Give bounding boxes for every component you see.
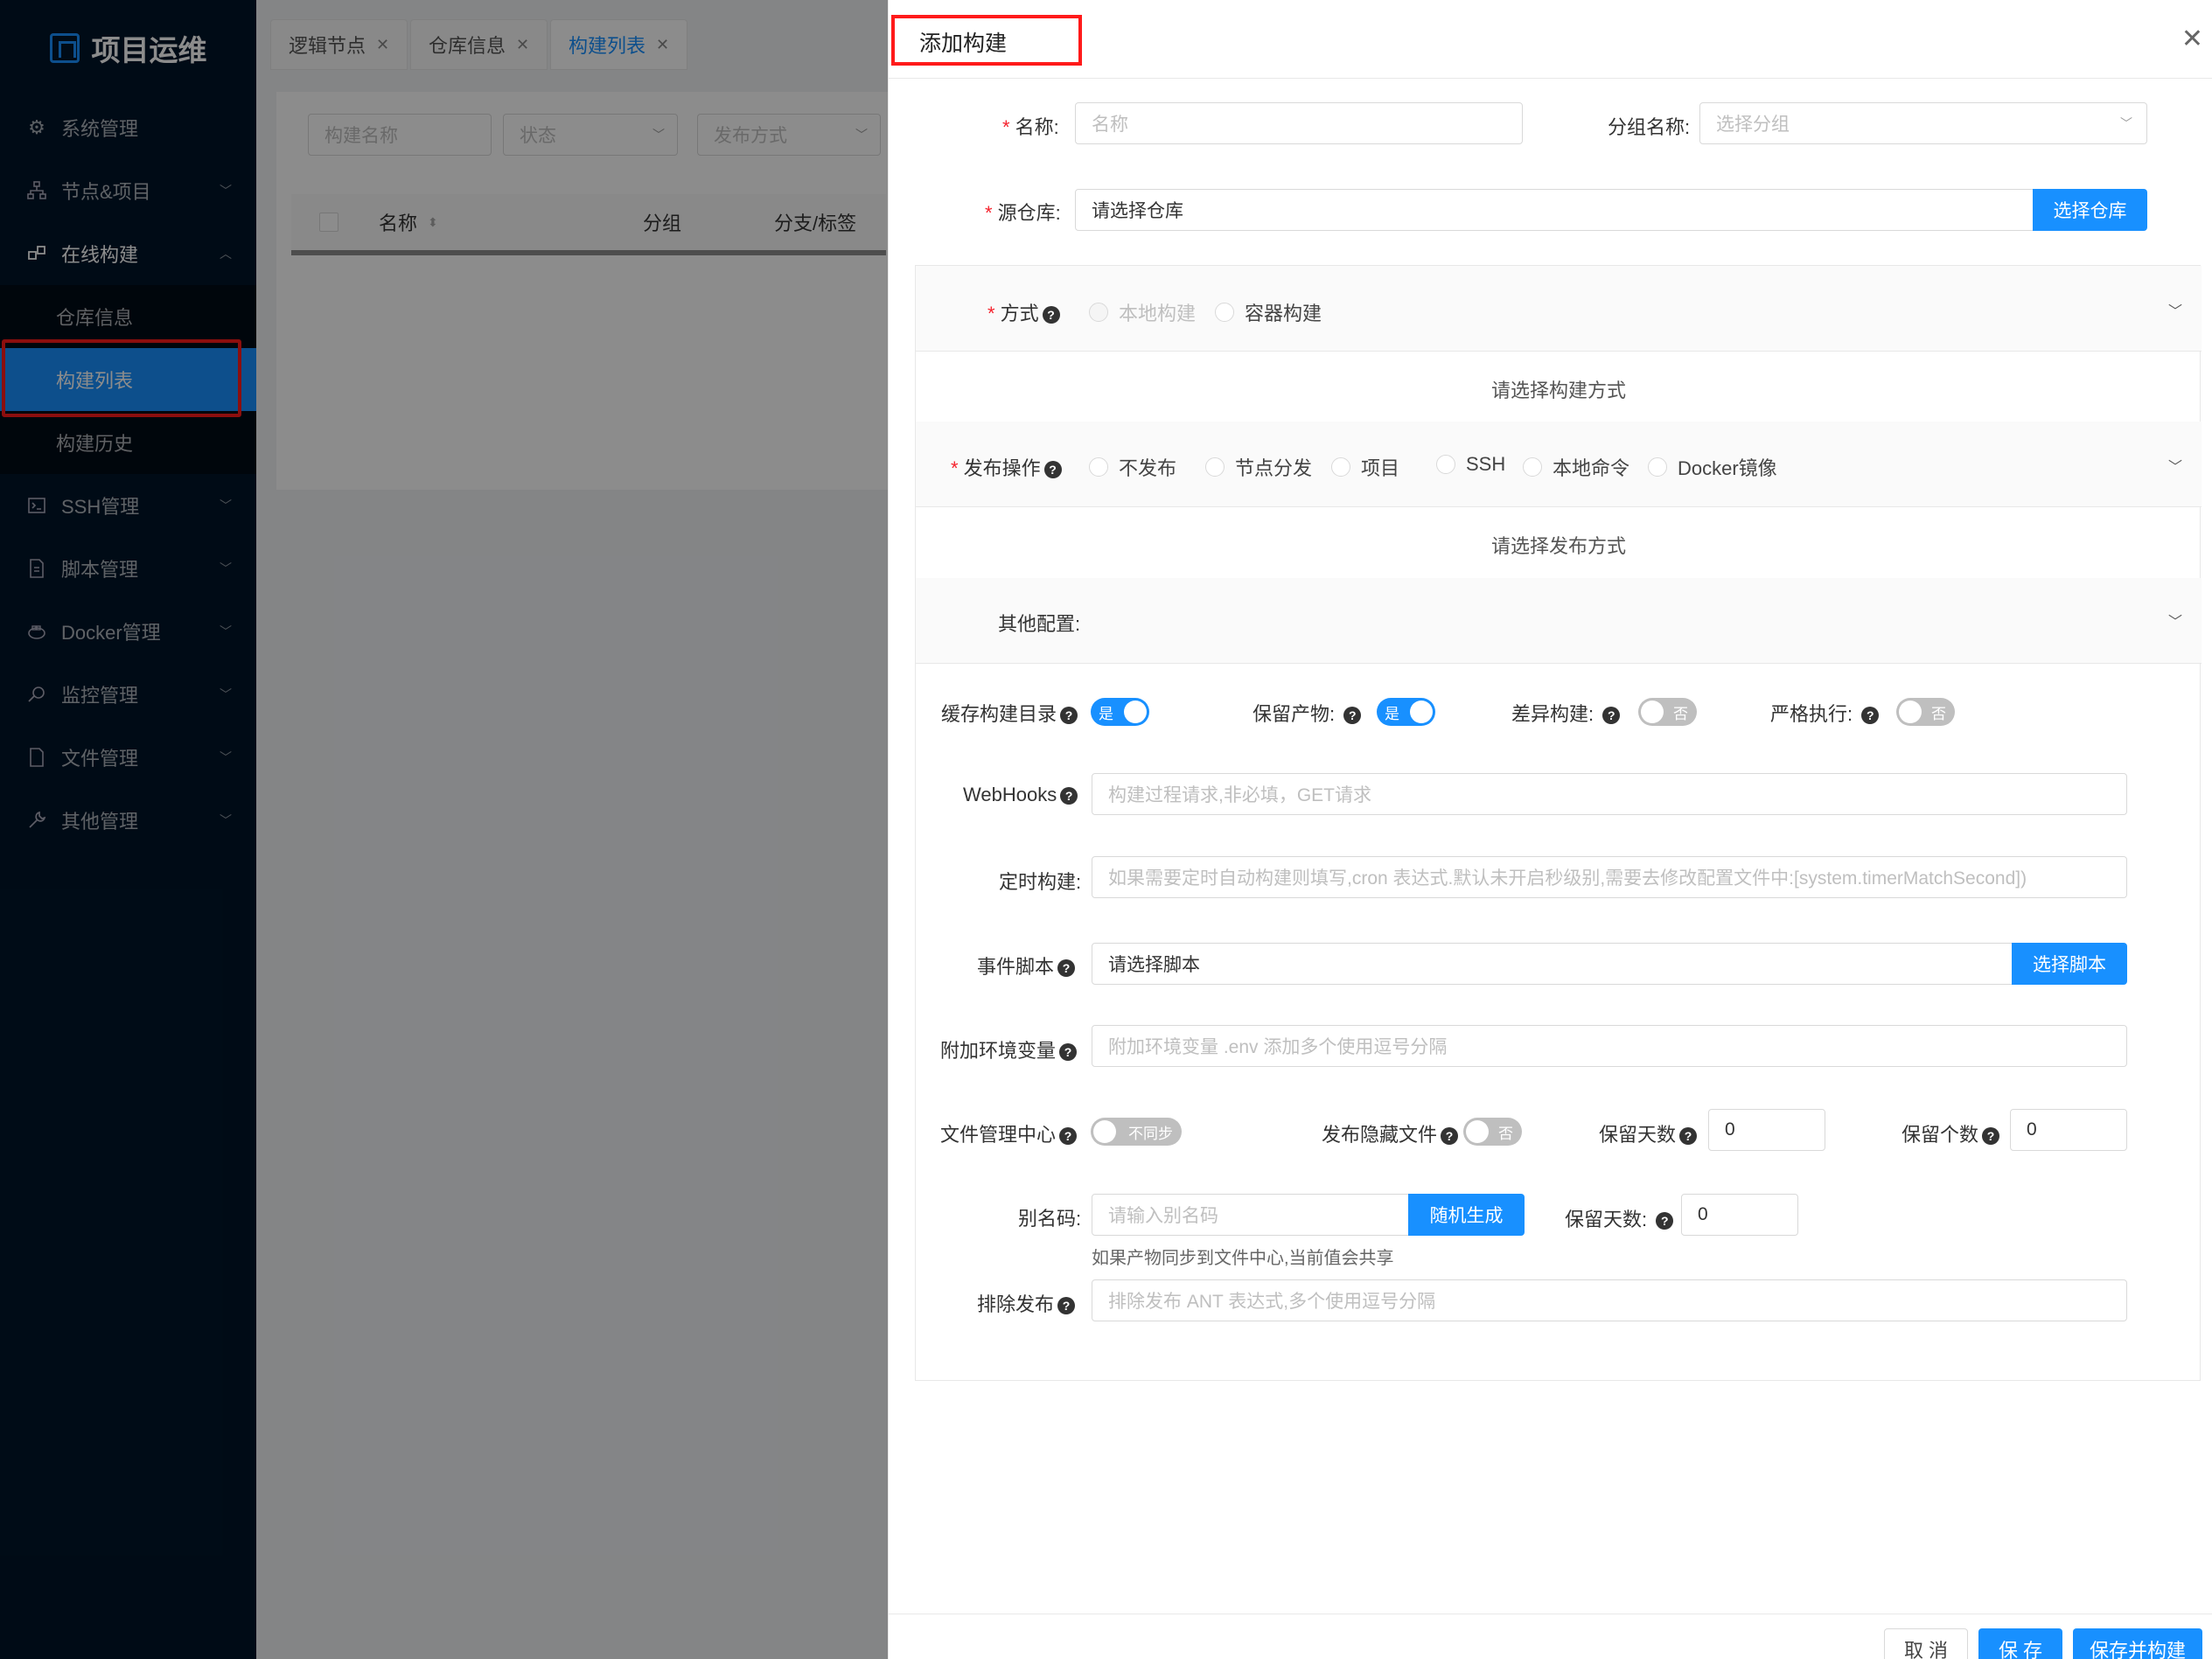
webhooks-label: WebHooks? (963, 784, 1078, 806)
alias-keep-days-input[interactable]: 0 (1681, 1194, 1798, 1236)
other-config-label: 其他配置: (998, 613, 1081, 635)
group-label: 分组名称: (1608, 116, 1691, 138)
help-icon[interactable]: ? (1042, 306, 1060, 324)
keep-product-switch[interactable]: 是 (1377, 698, 1435, 726)
help-icon[interactable]: ? (1343, 707, 1362, 725)
env-vars-label: 附加环境变量? (940, 1035, 1078, 1063)
help-icon[interactable]: ? (1059, 1043, 1078, 1062)
cron-label: 定时构建: (999, 871, 1082, 893)
event-script-label: 事件脚本? (977, 951, 1076, 979)
radio-project[interactable]: 项目 (1331, 453, 1399, 481)
help-icon[interactable]: ? (1060, 787, 1078, 805)
chevron-down-icon: ﹀ (2167, 460, 2182, 475)
alias-input[interactable]: 请输入别名码 (1092, 1194, 1426, 1236)
highlight-box (891, 15, 1082, 66)
help-icon[interactable]: ? (1057, 1297, 1076, 1315)
radio-docker-image[interactable]: Docker镜像 (1648, 453, 1777, 481)
select-script-button[interactable]: 选择脚本 (2012, 943, 2127, 985)
radio-node-dispatch[interactable]: 节点分发 (1205, 453, 1312, 481)
close-icon[interactable]: ✕ (2181, 26, 2203, 52)
env-vars-input[interactable]: 附加环境变量 .env 添加多个使用逗号分隔 (1092, 1025, 2127, 1067)
diff-build-switch[interactable]: 否 (1638, 698, 1697, 726)
webhooks-input[interactable]: 构建过程请求,非必填，GET请求 (1092, 773, 2127, 815)
help-icon[interactable]: ? (1861, 707, 1880, 725)
chevron-down-icon: ﹀ (2120, 116, 2132, 130)
help-icon[interactable]: ? (1059, 1127, 1078, 1146)
other-config-header[interactable]: 其他配置: ﹀ (916, 578, 2202, 664)
file-center-label: 文件管理中心? (940, 1119, 1078, 1147)
exclude-release-label: 排除发布? (977, 1289, 1076, 1317)
help-icon[interactable]: ? (1441, 1127, 1459, 1146)
exclude-release-input[interactable]: 排除发布 ANT 表达式,多个使用逗号分隔 (1092, 1279, 2127, 1321)
keep-days-label: 保留天数? (1599, 1119, 1698, 1147)
name-label: * 名称: (1002, 116, 1059, 138)
repo-label: * 源仓库: (985, 202, 1061, 224)
file-center-switch[interactable]: 不同步 (1091, 1118, 1182, 1146)
build-method-header[interactable]: * 方式? 本地构建 容器构建 ﹀ (916, 266, 2202, 352)
chevron-down-icon: ﹀ (2167, 304, 2182, 319)
cache-dir-label: 缓存构建目录? (941, 699, 1078, 727)
repo-input[interactable]: 请选择仓库 (1075, 189, 2048, 231)
keep-days-input[interactable]: 0 (1708, 1109, 1825, 1151)
modal-mask[interactable] (0, 0, 888, 1659)
name-input[interactable]: 名称 (1075, 102, 1523, 144)
radio-ssh[interactable]: SSH (1436, 453, 1505, 476)
release-header[interactable]: * 发布操作? 不发布 节点分发 项目 SSH 本地命令 Docker镜像 ﹀ (916, 422, 2202, 507)
alias-label: 别名码: (1018, 1208, 1082, 1230)
group-placeholder: 选择分组 (1716, 115, 1790, 135)
event-script-input[interactable]: 请选择脚本 (1092, 943, 2027, 985)
radio-local-command[interactable]: 本地命令 (1523, 453, 1629, 481)
alias-keep-days-label: 保留天数: ? (1565, 1204, 1674, 1232)
help-icon[interactable]: ? (1679, 1127, 1698, 1146)
keep-product-label: 保留产物: ? (1253, 699, 1362, 727)
method-hint: 请选择构建方式 (1490, 380, 1626, 401)
keep-count-input[interactable]: 0 (2010, 1109, 2127, 1151)
build-method-panel: * 方式? 本地构建 容器构建 ﹀ 请选择构建方式 (915, 265, 2202, 422)
release-panel: * 发布操作? 不发布 节点分发 项目 SSH 本地命令 Docker镜像 ﹀ 请… (915, 422, 2202, 579)
group-select[interactable]: 选择分组 ﹀ (1699, 102, 2147, 144)
help-icon[interactable]: ? (1982, 1127, 2000, 1146)
help-icon[interactable]: ? (1602, 707, 1621, 725)
cancel-button[interactable]: 取 消 (1884, 1628, 1968, 1659)
help-icon[interactable]: ? (1656, 1212, 1674, 1230)
hidden-files-label: 发布隐藏文件? (1322, 1119, 1459, 1147)
radio-container-build[interactable]: 容器构建 (1215, 298, 1322, 326)
keep-count-label: 保留个数? (1901, 1119, 2000, 1147)
cron-input[interactable]: 如果需要定时自动构建则填写,cron 表达式.默认未开启秒级别,需要去修改配置文… (1092, 856, 2127, 898)
alias-hint: 如果产物同步到文件中心,当前值会共享 (1092, 1249, 1394, 1268)
chevron-down-icon: ﹀ (2167, 615, 2182, 630)
help-icon[interactable]: ? (1060, 707, 1078, 725)
save-button[interactable]: 保 存 (1978, 1628, 2062, 1659)
strict-exec-label: 严格执行: ? (1770, 699, 1880, 727)
save-and-build-button[interactable]: 保存并构建 (2073, 1628, 2202, 1659)
radio-no-release[interactable]: 不发布 (1089, 453, 1176, 481)
method-label: * 方式? (987, 298, 1060, 326)
help-icon[interactable]: ? (1043, 461, 1062, 479)
release-label: * 发布操作? (951, 453, 1062, 481)
add-build-drawer: 添加构建 ✕ * 名称: 名称 分组名称: 选择分组 ﹀ * 源仓库: 请选择仓库 选… (888, 0, 2212, 1659)
radio-local-build[interactable]: 本地构建 (1089, 298, 1196, 326)
hidden-files-switch[interactable]: 否 (1463, 1118, 1522, 1146)
release-hint: 请选择发布方式 (1490, 535, 1626, 557)
strict-exec-switch[interactable]: 否 (1896, 698, 1955, 726)
drawer-footer: 取 消 保 存 保存并构建 (889, 1614, 2212, 1659)
random-generate-button[interactable]: 随机生成 (1408, 1194, 1525, 1236)
select-repo-button[interactable]: 选择仓库 (2033, 189, 2147, 231)
diff-build-label: 差异构建: ? (1511, 699, 1621, 727)
cache-dir-switch[interactable]: 是 (1091, 698, 1149, 726)
drawer-header: 添加构建 ✕ (889, 0, 2212, 79)
help-icon[interactable]: ? (1057, 959, 1076, 978)
